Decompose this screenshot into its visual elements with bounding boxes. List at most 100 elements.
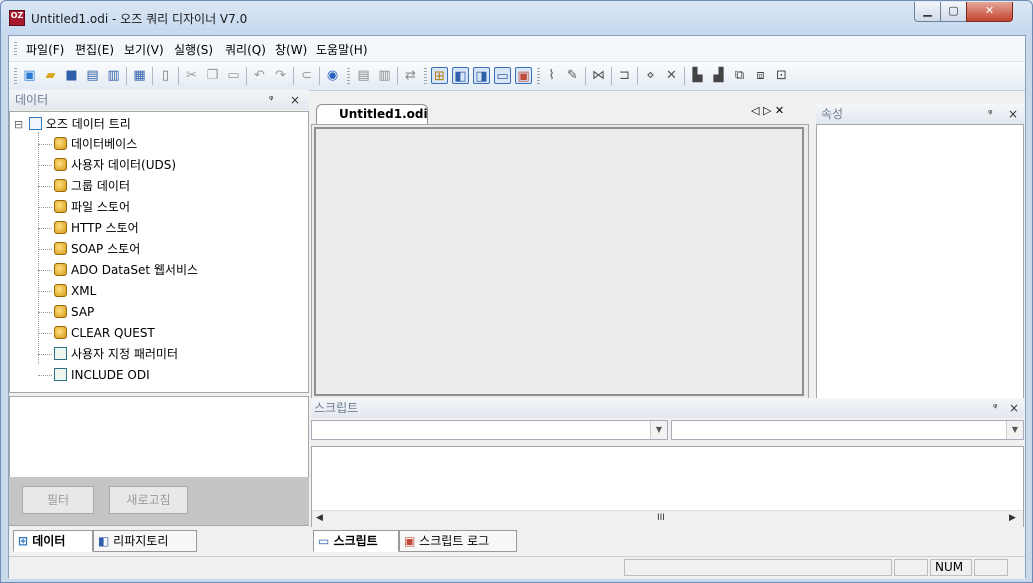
menu-window[interactable]: 창(W) <box>275 41 307 58</box>
menu-grip[interactable] <box>14 42 17 56</box>
save-icon[interactable]: ■ <box>63 67 80 84</box>
pin-icon[interactable]: ᵠ <box>988 104 993 124</box>
bring-front-icon[interactable]: ⧉ <box>731 67 748 84</box>
tree-item-label: 그룹 데이터 <box>71 179 131 193</box>
document-icon[interactable]: ▯ <box>157 67 174 84</box>
report-icon[interactable]: ▤ <box>355 67 372 84</box>
menu-file[interactable]: 파일(F) <box>26 41 64 58</box>
tree-connector <box>38 375 52 376</box>
tree-item-clear-quest[interactable]: CLEAR QUEST <box>54 323 155 343</box>
query-edit-icon[interactable]: ✎ <box>564 67 581 84</box>
tree-item-file-store[interactable]: 파일 스토어 <box>54 197 130 217</box>
link-icon[interactable]: ⊂ <box>298 67 315 84</box>
parameter-icon <box>54 368 67 381</box>
connect-icon[interactable]: ⇄ <box>402 67 419 84</box>
menu-run[interactable]: 실행(S) <box>174 41 213 58</box>
tab-repository[interactable]: ◧ 리파지토리 <box>93 530 197 552</box>
align-right-icon[interactable]: ▟ <box>710 67 727 84</box>
script-object-select[interactable]: ▼ <box>311 420 668 440</box>
toolbar-grip[interactable] <box>14 68 17 84</box>
close-button[interactable]: ✕ <box>966 2 1013 22</box>
repository-view-icon[interactable]: ◧ <box>452 67 469 84</box>
horizontal-scrollbar[interactable]: ◀ III ▶ <box>312 510 1023 527</box>
save-all-icon[interactable]: ▥ <box>105 67 122 84</box>
cut-icon[interactable]: ✂ <box>183 67 200 84</box>
tree-item-http-store[interactable]: HTTP 스토어 <box>54 218 139 238</box>
delete-icon[interactable]: ✕ <box>663 67 680 84</box>
database-icon <box>54 137 67 150</box>
filter-button[interactable]: 필터 <box>22 486 94 514</box>
pin-icon[interactable]: ᵠ <box>269 90 274 110</box>
menu-view[interactable]: 보기(V) <box>124 41 164 58</box>
toolbar-separator <box>246 67 247 85</box>
properties-view-icon[interactable]: ◨ <box>473 67 490 84</box>
dropdown-arrow-icon[interactable]: ▼ <box>650 421 667 439</box>
align-left-icon[interactable]: ▙ <box>689 67 706 84</box>
design-canvas[interactable] <box>314 127 804 396</box>
copy-icon[interactable]: ❐ <box>204 67 221 84</box>
tree-item-uds[interactable]: 사용자 데이터(UDS) <box>54 155 176 175</box>
tree-connector <box>38 132 39 364</box>
refresh-button[interactable]: 새로고침 <box>109 486 188 514</box>
script-view-icon[interactable]: ▭ <box>494 67 511 84</box>
toolbar-grip[interactable] <box>424 68 427 84</box>
minimize-button[interactable]: ▁ <box>914 2 941 22</box>
tree-item-label: 파일 스토어 <box>71 200 131 214</box>
report-preview-icon[interactable]: ▥ <box>376 67 393 84</box>
collapse-icon[interactable]: ⊟ <box>14 115 25 135</box>
undo-icon[interactable]: ↶ <box>251 67 268 84</box>
tab-untitled1[interactable]: Untitled1.odi <box>316 104 428 124</box>
tab-script-log[interactable]: ▣ 스크립트 로그 <box>399 530 517 552</box>
scroll-right-icon[interactable]: ▶ <box>1009 513 1016 523</box>
tab-data[interactable]: ⊞ 데이터 <box>13 530 93 552</box>
script-log-view-icon[interactable]: ▣ <box>515 67 532 84</box>
data-tree-view-icon[interactable]: ⊞ <box>431 67 448 84</box>
close-icon[interactable]: × <box>1008 104 1018 124</box>
menu-help[interactable]: 도움말(H) <box>316 41 368 58</box>
redo-icon[interactable]: ↷ <box>272 67 289 84</box>
tree-item-user-parameters[interactable]: 사용자 지정 패러미터 <box>54 344 178 364</box>
script-editor[interactable]: ◀ III ▶ <box>311 446 1024 527</box>
print-icon[interactable]: ▦ <box>131 67 148 84</box>
toolbar-separator <box>319 67 320 85</box>
toolbar-separator <box>397 67 398 85</box>
tree-item-xml[interactable]: XML <box>54 281 96 301</box>
paste-icon[interactable]: ▭ <box>225 67 242 84</box>
execute-icon[interactable]: ⋄ <box>642 67 659 84</box>
tree-item-include-odi[interactable]: INCLUDE ODI <box>54 365 150 385</box>
close-icon[interactable]: × <box>290 90 300 110</box>
tree-item-database[interactable]: 데이터베이스 <box>54 134 137 154</box>
menu-edit[interactable]: 편집(E) <box>75 41 114 58</box>
repository-icon: ◧ <box>98 534 110 548</box>
pin-icon[interactable]: ᵠ <box>993 398 998 418</box>
toolbar-separator <box>152 67 153 85</box>
tree-item-soap-store[interactable]: SOAP 스토어 <box>54 239 140 259</box>
tab-script[interactable]: ▭ 스크립트 <box>313 530 399 552</box>
tree-item-ado-dataset[interactable]: ADO DataSet 웹서비스 <box>54 260 198 280</box>
send-back-icon[interactable]: ⧈ <box>752 67 769 84</box>
toolbar-separator <box>178 67 179 85</box>
tree-root-label: 오즈 데이터 트리 <box>45 117 131 131</box>
new-project-icon[interactable]: ▣ <box>21 67 38 84</box>
toolbar-grip[interactable] <box>537 68 540 84</box>
tree-root[interactable]: ⊟ 오즈 데이터 트리 <box>14 114 131 134</box>
tree-connector <box>38 354 52 355</box>
scroll-thumb[interactable]: III <box>657 513 665 523</box>
close-icon[interactable]: × <box>1009 398 1019 418</box>
dropdown-arrow-icon[interactable]: ▼ <box>1006 421 1023 439</box>
toolbar-grip[interactable] <box>347 68 350 84</box>
scroll-left-icon[interactable]: ◀ <box>316 513 323 523</box>
open-folder-icon[interactable]: ▰ <box>42 67 59 84</box>
tree-item-sap[interactable]: SAP <box>54 302 94 322</box>
doc-tab-navigation[interactable]: ◁ ▷ ✕ <box>751 104 784 117</box>
save-as-icon[interactable]: ▤ <box>84 67 101 84</box>
query-icon[interactable]: ⌇ <box>543 67 560 84</box>
layout-icon[interactable]: ⊡ <box>773 67 790 84</box>
menu-query[interactable]: 쿼리(Q) <box>225 41 266 58</box>
script-event-select[interactable]: ▼ <box>671 420 1024 440</box>
join-icon[interactable]: ⋈ <box>590 67 607 84</box>
tree-item-group-data[interactable]: 그룹 데이터 <box>54 176 130 196</box>
maximize-button[interactable]: ▢ <box>940 2 967 22</box>
table-icon[interactable]: ⊐ <box>616 67 633 84</box>
help-icon[interactable]: ◉ <box>324 67 341 84</box>
